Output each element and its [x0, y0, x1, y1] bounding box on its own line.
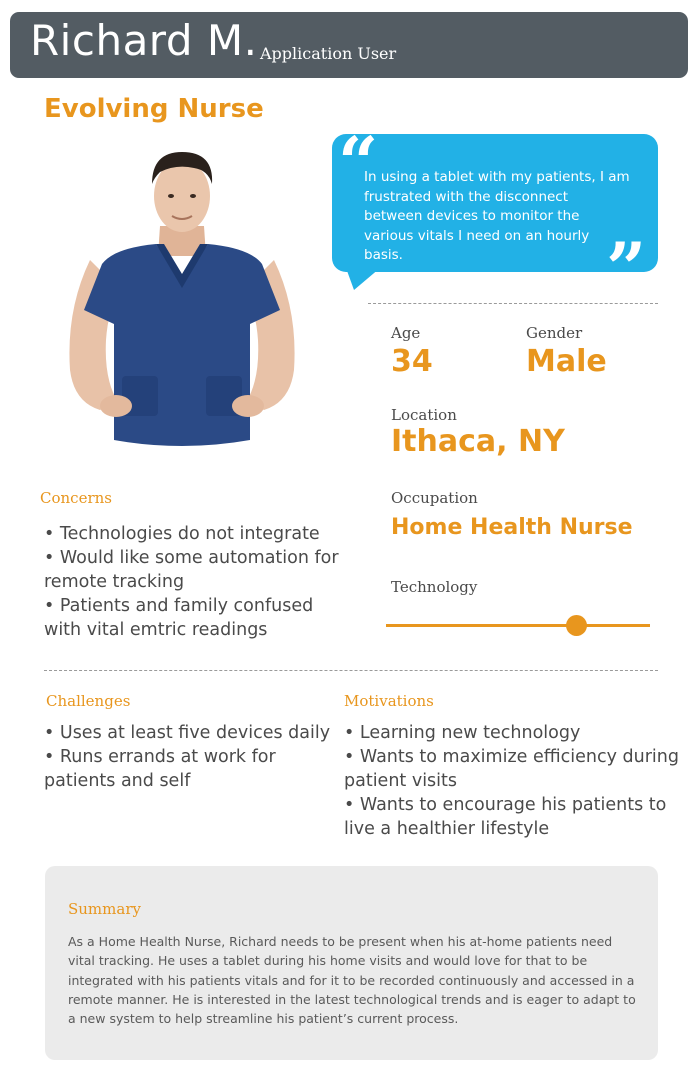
age-label: Age	[391, 324, 421, 342]
persona-role: Application User	[260, 44, 397, 63]
list-item: • Uses at least five devices daily	[44, 723, 331, 743]
occupation-value: Home Health Nurse	[391, 515, 633, 540]
age-value: 34	[391, 344, 433, 379]
quote-tail-shape	[346, 268, 380, 290]
list-item: • Technologies do not integrate	[44, 524, 320, 544]
gender-label: Gender	[526, 324, 583, 342]
list-item: • Wants to maximize efficiency during pa…	[344, 747, 679, 791]
list-item: • Learning new technology	[344, 723, 581, 743]
technology-slider-track	[386, 624, 650, 627]
location-label: Location	[391, 406, 457, 424]
technology-slider	[386, 612, 650, 640]
challenges-title: Challenges	[46, 692, 131, 710]
quote-bubble: “ In using a tablet with my patients, I …	[330, 128, 660, 304]
motivations-list: • Learning new technology • Wants to max…	[344, 721, 684, 841]
summary-text: As a Home Health Nurse, Richard needs to…	[68, 934, 636, 1027]
technology-label: Technology	[391, 578, 478, 596]
persona-name: Richard M.	[30, 16, 258, 65]
quote-text: In using a tablet with my patients, I am…	[364, 169, 630, 263]
technology-slider-knob	[566, 615, 588, 636]
list-item: • Would like some automation for remote …	[44, 548, 339, 592]
header-bar: Richard M. Application User	[10, 12, 688, 78]
location-value: Ithaca, NY	[391, 424, 565, 459]
concerns-title: Concerns	[40, 489, 112, 507]
list-item: • Patients and family confused with vita…	[44, 596, 314, 640]
list-item: • Wants to encourage his patients to liv…	[344, 795, 667, 839]
close-quote-icon: ”	[606, 227, 647, 310]
persona-title: Evolving Nurse	[44, 94, 264, 124]
occupation-label: Occupation	[391, 489, 478, 507]
challenges-list: • Uses at least five devices daily • Run…	[44, 721, 334, 793]
persona-photo	[69, 152, 295, 446]
gender-value: Male	[526, 344, 607, 379]
list-item: • Runs errands at work for patients and …	[44, 747, 276, 791]
motivations-title: Motivations	[344, 692, 434, 710]
divider	[44, 670, 658, 671]
concerns-list: • Technologies do not integrate • Would …	[44, 522, 344, 642]
summary-title: Summary	[68, 900, 141, 918]
divider	[368, 303, 658, 304]
